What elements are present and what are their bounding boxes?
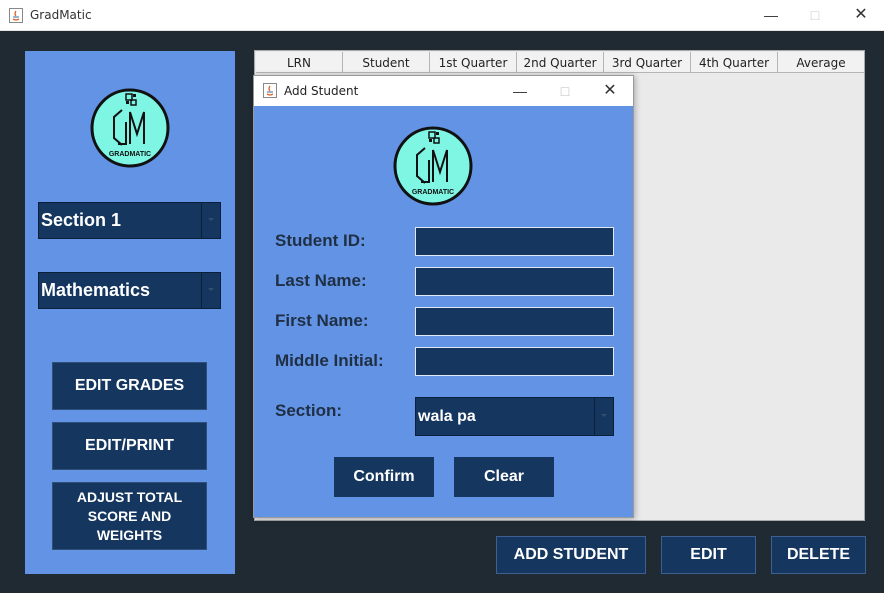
java-app-icon [9, 8, 23, 23]
first-name-field[interactable] [415, 307, 614, 336]
maximize-icon[interactable]: □ [803, 4, 827, 26]
column-header-lrn[interactable]: LRN [256, 52, 343, 72]
add-student-dialog: Add Student — □ ✕ GRADMATIC Student ID: … [253, 75, 634, 518]
java-app-icon [263, 83, 277, 98]
delete-button[interactable]: DELETE [771, 536, 866, 574]
last-name-label: Last Name: [275, 271, 367, 290]
column-header-3rd-quarter[interactable]: 3rd Quarter [604, 52, 691, 72]
section-select[interactable]: wala pa [415, 397, 614, 436]
window-title: GradMatic [30, 8, 92, 22]
chevron-down-icon[interactable] [594, 398, 613, 435]
column-header-4th-quarter[interactable]: 4th Quarter [691, 52, 778, 72]
close-icon[interactable]: ✕ [599, 80, 621, 102]
column-header-average[interactable]: Average [778, 52, 864, 72]
first-name-label: First Name: [275, 311, 369, 330]
confirm-button[interactable]: Confirm [334, 457, 434, 497]
subject-combobox-value: Mathematics [41, 280, 151, 300]
dialog-title: Add Student [284, 84, 359, 98]
section-combobox-value: Section 1 [41, 210, 122, 230]
minimize-icon[interactable]: — [509, 80, 531, 102]
close-icon[interactable]: ✕ [849, 4, 873, 26]
gradmatic-logo: GRADMATIC [393, 126, 473, 206]
table-header: LRN Student 1st Quarter 2nd Quarter 3rd … [256, 52, 864, 73]
section-label: Section: [275, 401, 343, 420]
dialog-titlebar: Add Student — □ ✕ [254, 76, 633, 106]
last-name-field[interactable] [415, 267, 614, 296]
student-id-field[interactable] [415, 227, 614, 256]
logo-text: GRADMATIC [109, 151, 151, 158]
section-select-value: wala pa [418, 408, 476, 425]
window-titlebar: GradMatic — □ ✕ [0, 0, 884, 31]
student-id-label: Student ID: [275, 231, 366, 250]
sidebar: GRADMATIC Section 1 Mathematics EDIT GRA… [25, 51, 235, 574]
middle-initial-label: Middle Initial: [275, 351, 384, 370]
middle-initial-field[interactable] [415, 347, 614, 376]
edit-button[interactable]: EDIT [661, 536, 756, 574]
clear-button[interactable]: Clear [454, 457, 554, 497]
add-student-button[interactable]: ADD STUDENT [496, 536, 646, 574]
column-header-2nd-quarter[interactable]: 2nd Quarter [517, 52, 604, 72]
edit-grades-button[interactable]: EDIT GRADES [52, 362, 207, 410]
logo-text: GRADMATIC [412, 189, 454, 196]
maximize-icon[interactable]: □ [554, 80, 576, 102]
chevron-down-icon[interactable] [201, 273, 220, 308]
column-header-student[interactable]: Student [343, 52, 430, 72]
chevron-down-icon[interactable] [201, 203, 220, 238]
adjust-total-score-weights-button[interactable]: ADJUST TOTAL SCORE AND WEIGHTS [52, 482, 207, 550]
gradmatic-logo: GRADMATIC [90, 88, 170, 168]
subject-combobox[interactable]: Mathematics [38, 272, 221, 309]
column-header-1st-quarter[interactable]: 1st Quarter [430, 52, 517, 72]
edit-print-button[interactable]: EDIT/PRINT [52, 422, 207, 470]
minimize-icon[interactable]: — [759, 4, 783, 26]
section-combobox[interactable]: Section 1 [38, 202, 221, 239]
